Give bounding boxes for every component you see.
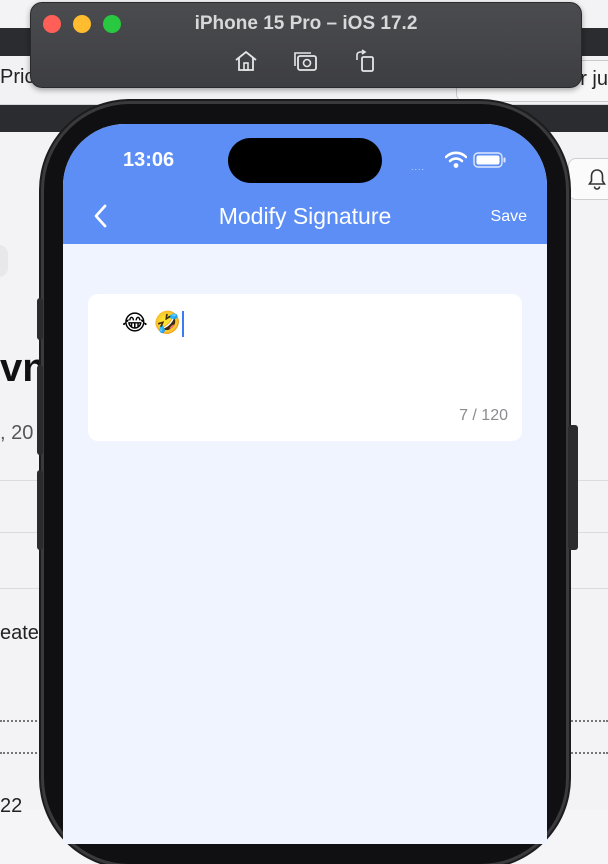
signature-input-card[interactable]: 😂 🤣 7 / 120 (88, 294, 522, 441)
simulator-title: iPhone 15 Pro – iOS 17.2 (194, 13, 418, 34)
save-button[interactable]: Save (491, 208, 527, 226)
battery-icon (473, 152, 506, 168)
home-icon[interactable] (233, 49, 259, 73)
screenshot-icon[interactable] (293, 49, 319, 73)
cellular-signal: .... (411, 162, 426, 172)
character-counter: 7 / 120 (459, 407, 508, 424)
bell-icon (588, 169, 606, 190)
signature-text: 😂 🤣 (122, 310, 182, 335)
power-button (568, 425, 578, 550)
background-pill (0, 245, 8, 277)
rotate-icon[interactable] (353, 49, 379, 73)
background-bottom-text: 22 (0, 795, 23, 817)
background-search-text: r ju (580, 68, 608, 90)
volume-up-button (37, 365, 43, 455)
app-header: 13:06 .... Modify Signature Save (63, 124, 547, 244)
volume-down-button (37, 470, 43, 550)
page-title: Modify Signature (218, 203, 392, 229)
background-created-text: eates (0, 622, 49, 644)
wifi-icon (445, 151, 467, 168)
background-date: , 20 (0, 422, 34, 444)
text-caret (182, 311, 185, 338)
simulator-title-bar[interactable]: iPhone 15 Pro – iOS 17.2 (30, 2, 582, 88)
action-button (37, 298, 43, 340)
signature-field[interactable]: 😂 🤣 (122, 308, 185, 338)
phone-screen: 13:06 .... Modify Signature Save 😂 🤣 7 /… (63, 124, 547, 844)
status-time: 13:06 (123, 149, 175, 171)
dynamic-island (228, 138, 382, 183)
background-notification-button[interactable] (568, 158, 608, 200)
